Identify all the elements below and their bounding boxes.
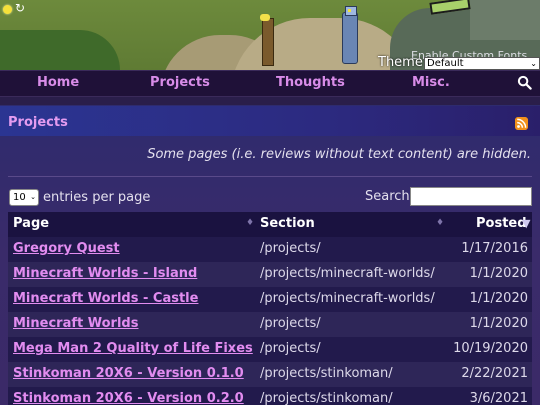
sun-icon[interactable] [3, 5, 12, 14]
posted-date-cell: 1/17/2016 [461, 241, 528, 256]
rss-icon[interactable] [515, 117, 528, 130]
nav-item-home[interactable]: Home [37, 75, 79, 90]
main-nav: Home Projects Thoughts Misc. [0, 70, 540, 97]
hidden-pages-note: Some pages (i.e. reviews without text co… [147, 147, 531, 162]
posted-date-cell: 10/19/2020 [453, 341, 528, 356]
table-row: Stinkoman 20X6 - Version 0.1.0/projects/… [8, 362, 532, 387]
page-link[interactable]: Minecraft Worlds - Castle [13, 291, 198, 306]
card-header [0, 106, 540, 136]
banner-robot-eye [348, 9, 351, 12]
banner-robot-head [345, 6, 357, 16]
section-cell: /projects/minecraft-worlds/ [260, 291, 435, 306]
theme-select[interactable]: Default ⌄ [424, 57, 540, 70]
search-label: Search: [365, 189, 415, 204]
refresh-icon[interactable]: ↻ [15, 2, 25, 14]
table-row: Gregory Quest/projects/1/17/2016 [8, 237, 532, 262]
divider [8, 176, 532, 177]
table-row: Stinkoman 20X6 - Version 0.2.0/projects/… [8, 387, 532, 405]
table-row: Mega Man 2 Quality of Life Fixes/project… [8, 337, 532, 362]
posted-date-cell: 1/1/2020 [469, 266, 528, 281]
posted-date-cell: 2/22/2021 [461, 366, 528, 381]
section-cell: /projects/ [260, 341, 321, 356]
page-length-value: 10 [13, 192, 26, 203]
sort-icon[interactable]: ♦ [246, 218, 254, 228]
posted-date-cell: 1/1/2020 [469, 316, 528, 331]
page-link[interactable]: Mega Man 2 Quality of Life Fixes [13, 341, 253, 356]
sort-icon[interactable]: ♦ [436, 218, 444, 228]
section-cell: /projects/ [260, 316, 321, 331]
banner-robot-figure [342, 12, 358, 64]
chevron-down-icon: ⌄ [30, 193, 36, 201]
search-input[interactable] [410, 187, 532, 206]
posted-date-cell: 3/6/2021 [469, 391, 528, 405]
search-icon[interactable] [517, 75, 532, 90]
page-link[interactable]: Stinkoman 20X6 - Version 0.2.0 [13, 391, 244, 405]
table-row: Minecraft Worlds - Island/projects/minec… [8, 262, 532, 287]
page-link[interactable]: Minecraft Worlds [13, 316, 138, 331]
section-cell: /projects/stinkoman/ [260, 391, 393, 405]
page-link[interactable]: Stinkoman 20X6 - Version 0.1.0 [13, 366, 244, 381]
chevron-down-icon: ⌄ [530, 59, 537, 68]
page-link[interactable]: Minecraft Worlds - Island [13, 266, 197, 281]
section-cell: /projects/stinkoman/ [260, 366, 393, 381]
banner-lamp-light [260, 14, 270, 21]
posted-date-cell: 1/1/2020 [469, 291, 528, 306]
section-cell: /projects/minecraft-worlds/ [260, 266, 435, 281]
nav-item-misc[interactable]: Misc. [412, 75, 450, 90]
card-title: Projects [8, 115, 68, 130]
sort-down-icon[interactable]: ▼ [522, 217, 530, 230]
theme-select-value: Default [427, 58, 464, 69]
page-length-select[interactable]: 10 ⌄ [9, 189, 39, 206]
banner-lamp-post [262, 18, 274, 66]
table-row: Minecraft Worlds/projects/1/1/2020 [8, 312, 532, 337]
column-header-page[interactable]: Page [13, 216, 49, 231]
theme-label: Theme [378, 55, 423, 70]
page-link[interactable]: Gregory Quest [13, 241, 120, 256]
banner-rock-top [470, 0, 540, 40]
page-length-label: entries per page [43, 190, 151, 205]
table-row: Minecraft Worlds - Castle/projects/minec… [8, 287, 532, 312]
column-header-posted[interactable]: Posted [476, 216, 527, 231]
column-header-section[interactable]: Section [260, 216, 315, 231]
banner-foliage [0, 30, 120, 70]
section-cell: /projects/ [260, 241, 321, 256]
nav-item-projects[interactable]: Projects [150, 75, 210, 90]
nav-item-thoughts[interactable]: Thoughts [276, 75, 345, 90]
